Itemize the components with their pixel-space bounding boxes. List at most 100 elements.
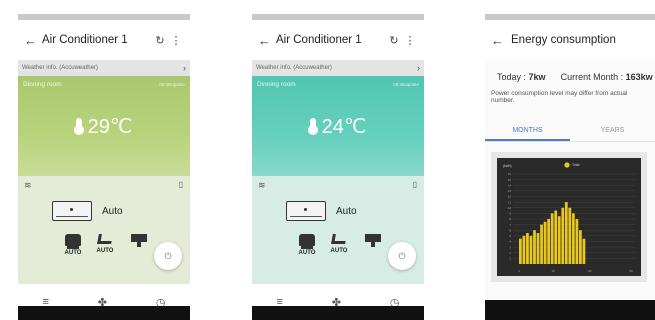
fan-mode-button[interactable]: AUTO — [60, 234, 86, 256]
power-icon: ⏻ — [398, 251, 406, 261]
control-panel: ≋ ▯ Auto AUTO AUTO ⏻ — [18, 176, 190, 284]
ac-screen-1: ← Air Conditioner 1 ↻ ⋮ Weather info. (A… — [18, 14, 190, 320]
airflow-icon — [131, 234, 147, 247]
y-tick-label: 1 — [509, 257, 511, 261]
chevron-right-icon: › — [183, 63, 186, 73]
active-tab-indicator — [485, 138, 570, 141]
ac-unit-icon — [52, 201, 92, 221]
tab-divider — [485, 140, 655, 142]
power-button[interactable]: ⏻ — [154, 242, 182, 270]
tab-years[interactable]: YEARS — [570, 125, 655, 141]
control-panel: ≋ ▯ Auto AUTO AUTO ⏻ — [252, 176, 424, 284]
y-tick-label: 5 — [509, 234, 511, 238]
y-tick-label: 6 — [509, 228, 511, 232]
consumption-summary: Today : 7kw Current Month : 163kw — [485, 60, 655, 82]
y-tick-label: 2 — [509, 251, 511, 255]
refresh-icon[interactable]: ↻ — [152, 34, 168, 47]
x-tick-label: 20 — [588, 269, 592, 273]
y-tick-label: 10 — [508, 206, 512, 210]
app-bar: ← Energy consumption — [485, 20, 655, 60]
system-nav-bar — [252, 306, 424, 320]
room-panel: Dinning room 09:36Update 24℃ — [252, 76, 424, 176]
y-tick-label: 8 — [509, 217, 511, 221]
temperature-value: 24℃ — [321, 116, 367, 138]
thermometer-icon — [73, 118, 84, 135]
bar — [550, 213, 554, 264]
x-tick-label: 30 — [629, 269, 633, 273]
y-tick-label: 9 — [509, 212, 511, 216]
bar — [564, 202, 568, 264]
system-nav-bar — [18, 306, 190, 320]
weather-info-bar[interactable]: Weather info. (Accuweather) › — [18, 60, 190, 76]
fan-mode-icon — [65, 234, 81, 249]
bar — [582, 238, 586, 264]
y-axis-label: (kwh) — [503, 164, 512, 168]
weather-info-bar[interactable]: Weather info. (Accuweather) › — [252, 60, 424, 76]
fan-mode-label: AUTO — [64, 250, 82, 256]
month-value: 163kw — [625, 72, 653, 82]
app-bar: ← Air Conditioner 1 ↻ ⋮ — [252, 20, 424, 60]
bar — [575, 219, 579, 264]
room-name: Dinning room — [257, 81, 296, 88]
more-menu-icon[interactable]: ⋮ — [168, 34, 184, 47]
bar — [529, 235, 533, 264]
back-arrow-icon[interactable]: ← — [24, 33, 42, 48]
bar — [533, 230, 536, 264]
temperature-display: 29℃ — [18, 114, 190, 139]
update-time: 09:36Update — [159, 82, 185, 87]
swing-mode-button[interactable]: AUTO — [92, 234, 118, 254]
app-bar: ← Air Conditioner 1 ↻ ⋮ — [18, 20, 190, 60]
bar — [522, 235, 526, 264]
refresh-icon[interactable]: ↻ — [386, 34, 402, 47]
thermometer-icon — [307, 118, 318, 135]
bar — [554, 210, 558, 264]
chevron-right-icon: › — [417, 63, 420, 73]
airflow-button[interactable] — [126, 234, 152, 247]
y-tick-label: 3 — [509, 245, 511, 249]
delete-icon[interactable]: ▯ — [413, 180, 417, 189]
bar — [543, 221, 547, 264]
delete-icon[interactable]: ▯ — [179, 180, 183, 189]
swing-mode-button[interactable]: AUTO — [326, 234, 352, 254]
swing-mode-label: AUTO — [330, 248, 348, 254]
y-tick-label: 7 — [509, 223, 511, 227]
more-menu-icon[interactable]: ⋮ — [402, 34, 418, 47]
disclaimer-note: Power consumption level may differ from … — [491, 90, 628, 105]
bar — [519, 238, 522, 264]
update-time: 09:36Update — [393, 82, 419, 87]
weather-info-label: Weather info. (Accuweather) — [256, 65, 332, 71]
swing-mode-icon — [97, 234, 113, 244]
fan-speed-icon[interactable]: ≋ — [258, 180, 266, 191]
energy-screen: ← Energy consumption Today : 7kw Current… — [485, 14, 655, 320]
bar — [579, 230, 582, 264]
bar — [557, 216, 561, 264]
y-tick-label: 15 — [508, 178, 512, 182]
chart-container: (kwh) Total 16 15 14 13 12 11 10 9 8 7 6 5 4 3 2 1 1 10 20 30 — [491, 152, 647, 282]
month-label: Current Month : — [560, 72, 624, 82]
power-button[interactable]: ⏻ — [388, 242, 416, 270]
swing-mode-icon — [331, 234, 347, 244]
mode-label[interactable]: Auto — [336, 206, 357, 217]
temperature-display: 24℃ — [252, 114, 424, 139]
today-value: 7kw — [528, 72, 546, 82]
airflow-button[interactable] — [360, 234, 386, 247]
y-tick-label: 13 — [508, 189, 512, 193]
page-title: Air Conditioner 1 — [42, 34, 128, 46]
today-label: Today : — [497, 72, 527, 82]
airflow-icon — [365, 234, 381, 247]
mode-label[interactable]: Auto — [102, 206, 123, 217]
fan-mode-icon — [299, 234, 315, 249]
ac-unit-icon — [286, 201, 326, 221]
back-arrow-icon[interactable]: ← — [491, 33, 511, 48]
y-tick-label: 16 — [508, 172, 512, 176]
fan-speed-icon[interactable]: ≋ — [24, 180, 32, 191]
legend-label: Total — [572, 163, 580, 167]
swing-mode-label: AUTO — [96, 248, 114, 254]
ac-screen-2: ← Air Conditioner 1 ↻ ⋮ Weather info. (A… — [252, 14, 424, 320]
y-tick-label: 14 — [508, 183, 512, 187]
back-arrow-icon[interactable]: ← — [258, 33, 276, 48]
bar — [536, 233, 540, 264]
fan-mode-button[interactable]: AUTO — [294, 234, 320, 256]
weather-info-label: Weather info. (Accuweather) — [22, 65, 98, 71]
system-nav-bar — [485, 300, 655, 320]
